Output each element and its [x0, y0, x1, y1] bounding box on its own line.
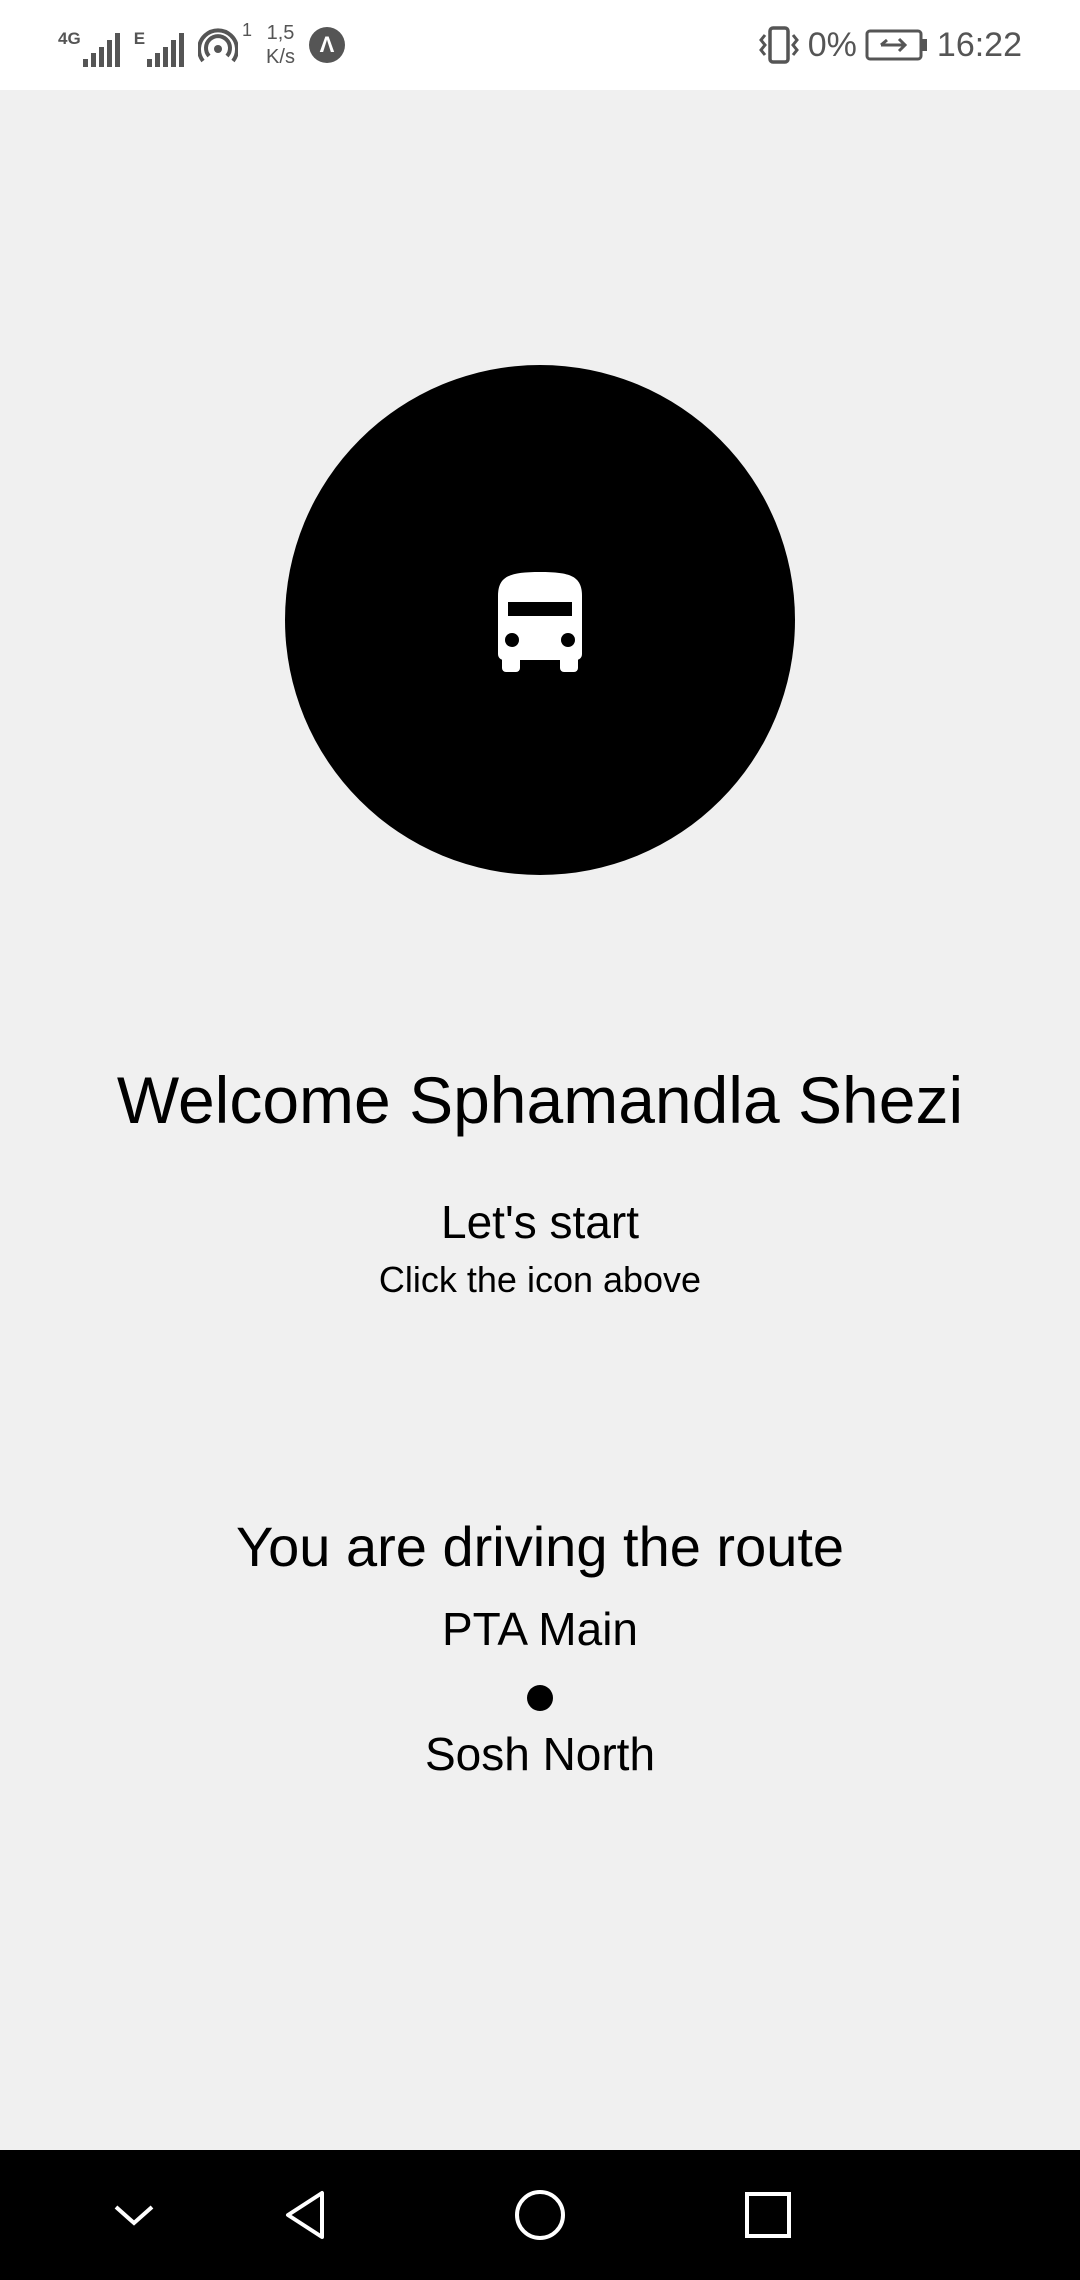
nav-back-button[interactable]: [268, 2175, 348, 2255]
recents-icon: [745, 2192, 791, 2238]
signal-4g-icon: 4G: [58, 23, 120, 67]
lets-start-text: Let's start: [441, 1196, 639, 1248]
bus-icon: [498, 572, 582, 672]
driving-route-label: You are driving the route: [235, 1515, 845, 1578]
route-origin: PTA Main: [442, 1603, 638, 1655]
hotspot-icon: [198, 28, 239, 63]
welcome-heading: Welcome Sphamandla Shezi: [116, 1063, 964, 1137]
route-separator-dot: [527, 1685, 553, 1711]
nav-recents-button[interactable]: [728, 2175, 808, 2255]
route-destination: Sosh North: [424, 1728, 656, 1780]
network-speed-value: 1,5: [266, 22, 295, 44]
chevron-down-icon: [114, 2205, 154, 2226]
status-bar-left: 4G E 1 1,5 K/s Λ: [58, 18, 345, 72]
hotspot-count: 1: [242, 20, 253, 40]
network-speed: 1,5 K/s: [266, 21, 295, 69]
back-icon: [286, 2191, 324, 2239]
instruction-text: Click the icon above: [378, 1259, 702, 1300]
nav-hide-button[interactable]: [94, 2175, 174, 2255]
network-speed-unit: K/s: [266, 46, 295, 68]
status-bar: 4G E 1 1,5 K/s Λ 0% 16:22: [0, 0, 1080, 90]
nav-home-button[interactable]: [500, 2175, 580, 2255]
network-type-label: E: [133, 29, 146, 48]
start-bus-button[interactable]: [285, 365, 795, 875]
vibrate-icon: [758, 26, 799, 64]
app-notification-icon: Λ: [308, 27, 345, 63]
network-type-label: 4G: [58, 29, 81, 48]
home-icon: [515, 2190, 565, 2240]
status-bar-right: 0% 16:22: [758, 18, 1022, 72]
clock: 16:22: [936, 25, 1022, 64]
battery-percent: 0%: [807, 25, 857, 64]
battery-charging-icon: [865, 29, 927, 61]
signal-e-icon: E: [133, 23, 185, 67]
navigation-bar: [0, 2150, 1080, 2280]
